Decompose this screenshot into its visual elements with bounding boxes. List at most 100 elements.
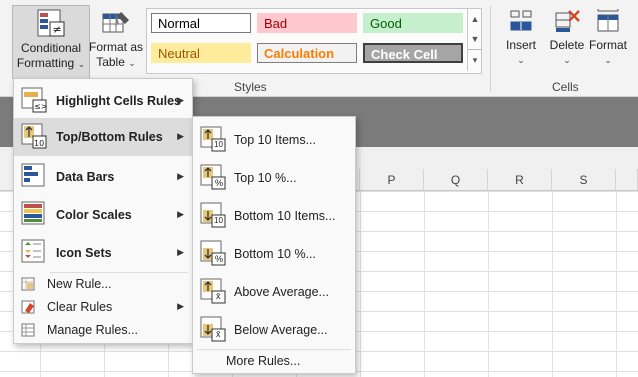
badge-percent: %: [215, 254, 224, 264]
insert-button[interactable]: Insert ⌄: [498, 6, 544, 74]
icon-sets-icon: [21, 239, 45, 263]
format-as-table-button[interactable]: Format as Table ⌄: [88, 5, 144, 77]
format-as-table-icon: [102, 12, 129, 33]
delete-button[interactable]: Delete ⌄: [544, 6, 590, 74]
menu-item-data-bars[interactable]: Data Bars ▶: [14, 157, 192, 195]
data-bars-icon: [21, 163, 45, 187]
chevron-down-icon: ⌄: [604, 55, 612, 65]
menu-item-label: Clear Rules: [47, 300, 113, 314]
color-scales-icon: [21, 201, 45, 225]
gallery-more-icon[interactable]: ▾: [468, 49, 482, 70]
style-check-cell-label: Check Cell: [371, 47, 438, 62]
submenu-item-above-average[interactable]: x̄ Above Average...: [193, 273, 355, 311]
menu-item-clear-rules[interactable]: Clear Rules ▶: [14, 296, 192, 318]
delete-label: Delete: [549, 38, 585, 52]
style-bad[interactable]: Bad: [257, 13, 357, 33]
format-as-table-label-2: Table: [96, 55, 125, 69]
conditional-formatting-icon: ≠: [37, 9, 65, 37]
badge-percent: %: [215, 178, 224, 188]
badge-mean: x̄: [216, 329, 221, 339]
style-check-cell[interactable]: Check Cell: [363, 43, 463, 63]
submenu-item-label: Bottom 10 Items...: [234, 209, 336, 223]
menu-item-label: Icon Sets: [56, 246, 112, 260]
submenu-item-bottom-10-percent[interactable]: % Bottom 10 %...: [193, 235, 355, 273]
menu-item-highlight-cells-rules[interactable]: ≤> Highlight Cells Rules ▶: [14, 82, 192, 118]
menu-item-label: Highlight Cells Rules: [56, 94, 182, 108]
menu-item-label: Top/Bottom Rules: [56, 130, 163, 144]
submenu-item-bottom-10-items[interactable]: 10 Bottom 10 Items...: [193, 197, 355, 235]
below-average-icon: [200, 316, 226, 342]
badge-10: 10: [214, 140, 223, 149]
style-neutral-label: Neutral: [158, 46, 200, 61]
chevron-down-icon: ⌄: [517, 55, 525, 65]
conditional-formatting-label-1: Conditional: [20, 41, 82, 55]
chevron-right-icon: ▶: [177, 171, 184, 181]
submenu-item-top-10-percent[interactable]: % Top 10 %...: [193, 159, 355, 197]
menu-item-icon-sets[interactable]: Icon Sets ▶: [14, 233, 192, 271]
submenu-item-label: Top 10 %...: [234, 171, 297, 185]
submenu-item-label: More Rules...: [226, 354, 301, 368]
column-header-edge: [616, 169, 638, 191]
chevron-down-icon: ⌄: [77, 59, 86, 69]
eraser-icon: [21, 300, 35, 314]
style-neutral[interactable]: Neutral: [151, 43, 251, 63]
menu-item-label: Data Bars: [56, 170, 115, 184]
menu-item-label: Manage Rules...: [47, 323, 139, 337]
submenu-item-label: Top 10 Items...: [234, 133, 316, 147]
menu-item-manage-rules[interactable]: Manage Rules...: [14, 319, 192, 341]
style-normal[interactable]: Normal: [151, 13, 251, 33]
svg-text:≤>: ≤>: [34, 102, 47, 111]
conditional-formatting-button[interactable]: ≠ Conditional Formatting ⌄: [12, 5, 90, 79]
chevron-down-icon: ⌄: [128, 58, 136, 68]
manage-rules-icon: [21, 323, 35, 337]
gallery-scroll-up-icon[interactable]: ▲: [468, 9, 482, 29]
format-label: Format: [588, 38, 627, 52]
menu-item-new-rule[interactable]: New Rule...: [14, 273, 192, 295]
submenu-item-top-10-items[interactable]: 10 Top 10 Items...: [193, 121, 355, 159]
top-bottom-rules-submenu: 10 Top 10 Items... % Top 10 %... 10 Bott…: [192, 116, 356, 374]
menu-item-top-bottom-rules[interactable]: 10 Top/Bottom Rules ▶: [14, 118, 192, 156]
ribbon-separator: [490, 6, 491, 92]
new-rule-icon: [21, 277, 35, 291]
column-header-q[interactable]: Q: [424, 169, 488, 191]
chevron-right-icon: ▶: [177, 95, 184, 105]
styles-group-label: Styles: [234, 80, 267, 94]
format-cells-icon: [597, 9, 619, 32]
svg-text:10: 10: [34, 139, 44, 148]
top-bottom-rules-icon: 10: [21, 123, 47, 149]
style-calculation[interactable]: Calculation: [257, 43, 357, 63]
conditional-formatting-menu: ≤> Highlight Cells Rules ▶ 10 Top/Bottom…: [13, 78, 193, 344]
submenu-item-below-average[interactable]: x̄ Below Average...: [193, 311, 355, 349]
above-average-icon: [200, 278, 226, 304]
gallery-scroll: ▲ ▼ ▾: [467, 9, 482, 71]
badge-10: 10: [214, 216, 223, 225]
chevron-right-icon: ▶: [177, 247, 184, 257]
style-good-label: Good: [370, 16, 402, 31]
insert-cells-icon: [510, 10, 532, 31]
chevron-right-icon: ▶: [177, 209, 184, 219]
svg-text:≠: ≠: [53, 23, 62, 36]
submenu-item-label: Above Average...: [234, 285, 329, 299]
submenu-item-more-rules[interactable]: More Rules...: [193, 350, 355, 372]
submenu-item-label: Below Average...: [234, 323, 328, 337]
format-as-table-label-1: Format as: [88, 40, 143, 54]
insert-label: Insert: [505, 38, 536, 52]
format-button[interactable]: Format ⌄: [586, 6, 630, 74]
highlight-cells-icon: ≤>: [21, 87, 47, 113]
cells-group-label: Cells: [552, 80, 579, 94]
menu-item-label: Color Scales: [56, 208, 132, 222]
chevron-down-icon: ⌄: [563, 55, 571, 65]
column-header-r[interactable]: R: [488, 169, 552, 191]
column-header-s[interactable]: S: [552, 169, 616, 191]
style-good[interactable]: Good: [363, 13, 463, 33]
cell-styles-gallery: Normal Bad Good Neutral Calculation Chec…: [146, 8, 482, 74]
menu-item-color-scales[interactable]: Color Scales ▶: [14, 195, 192, 233]
chevron-right-icon: ▶: [177, 301, 184, 311]
style-normal-label: Normal: [158, 16, 200, 31]
menu-item-label: New Rule...: [47, 277, 112, 291]
column-header-p[interactable]: P: [360, 169, 424, 191]
delete-cells-icon: [555, 10, 580, 32]
style-calculation-label: Calculation: [264, 46, 335, 61]
gallery-scroll-down-icon[interactable]: ▼: [468, 29, 482, 49]
style-bad-label: Bad: [264, 16, 288, 31]
